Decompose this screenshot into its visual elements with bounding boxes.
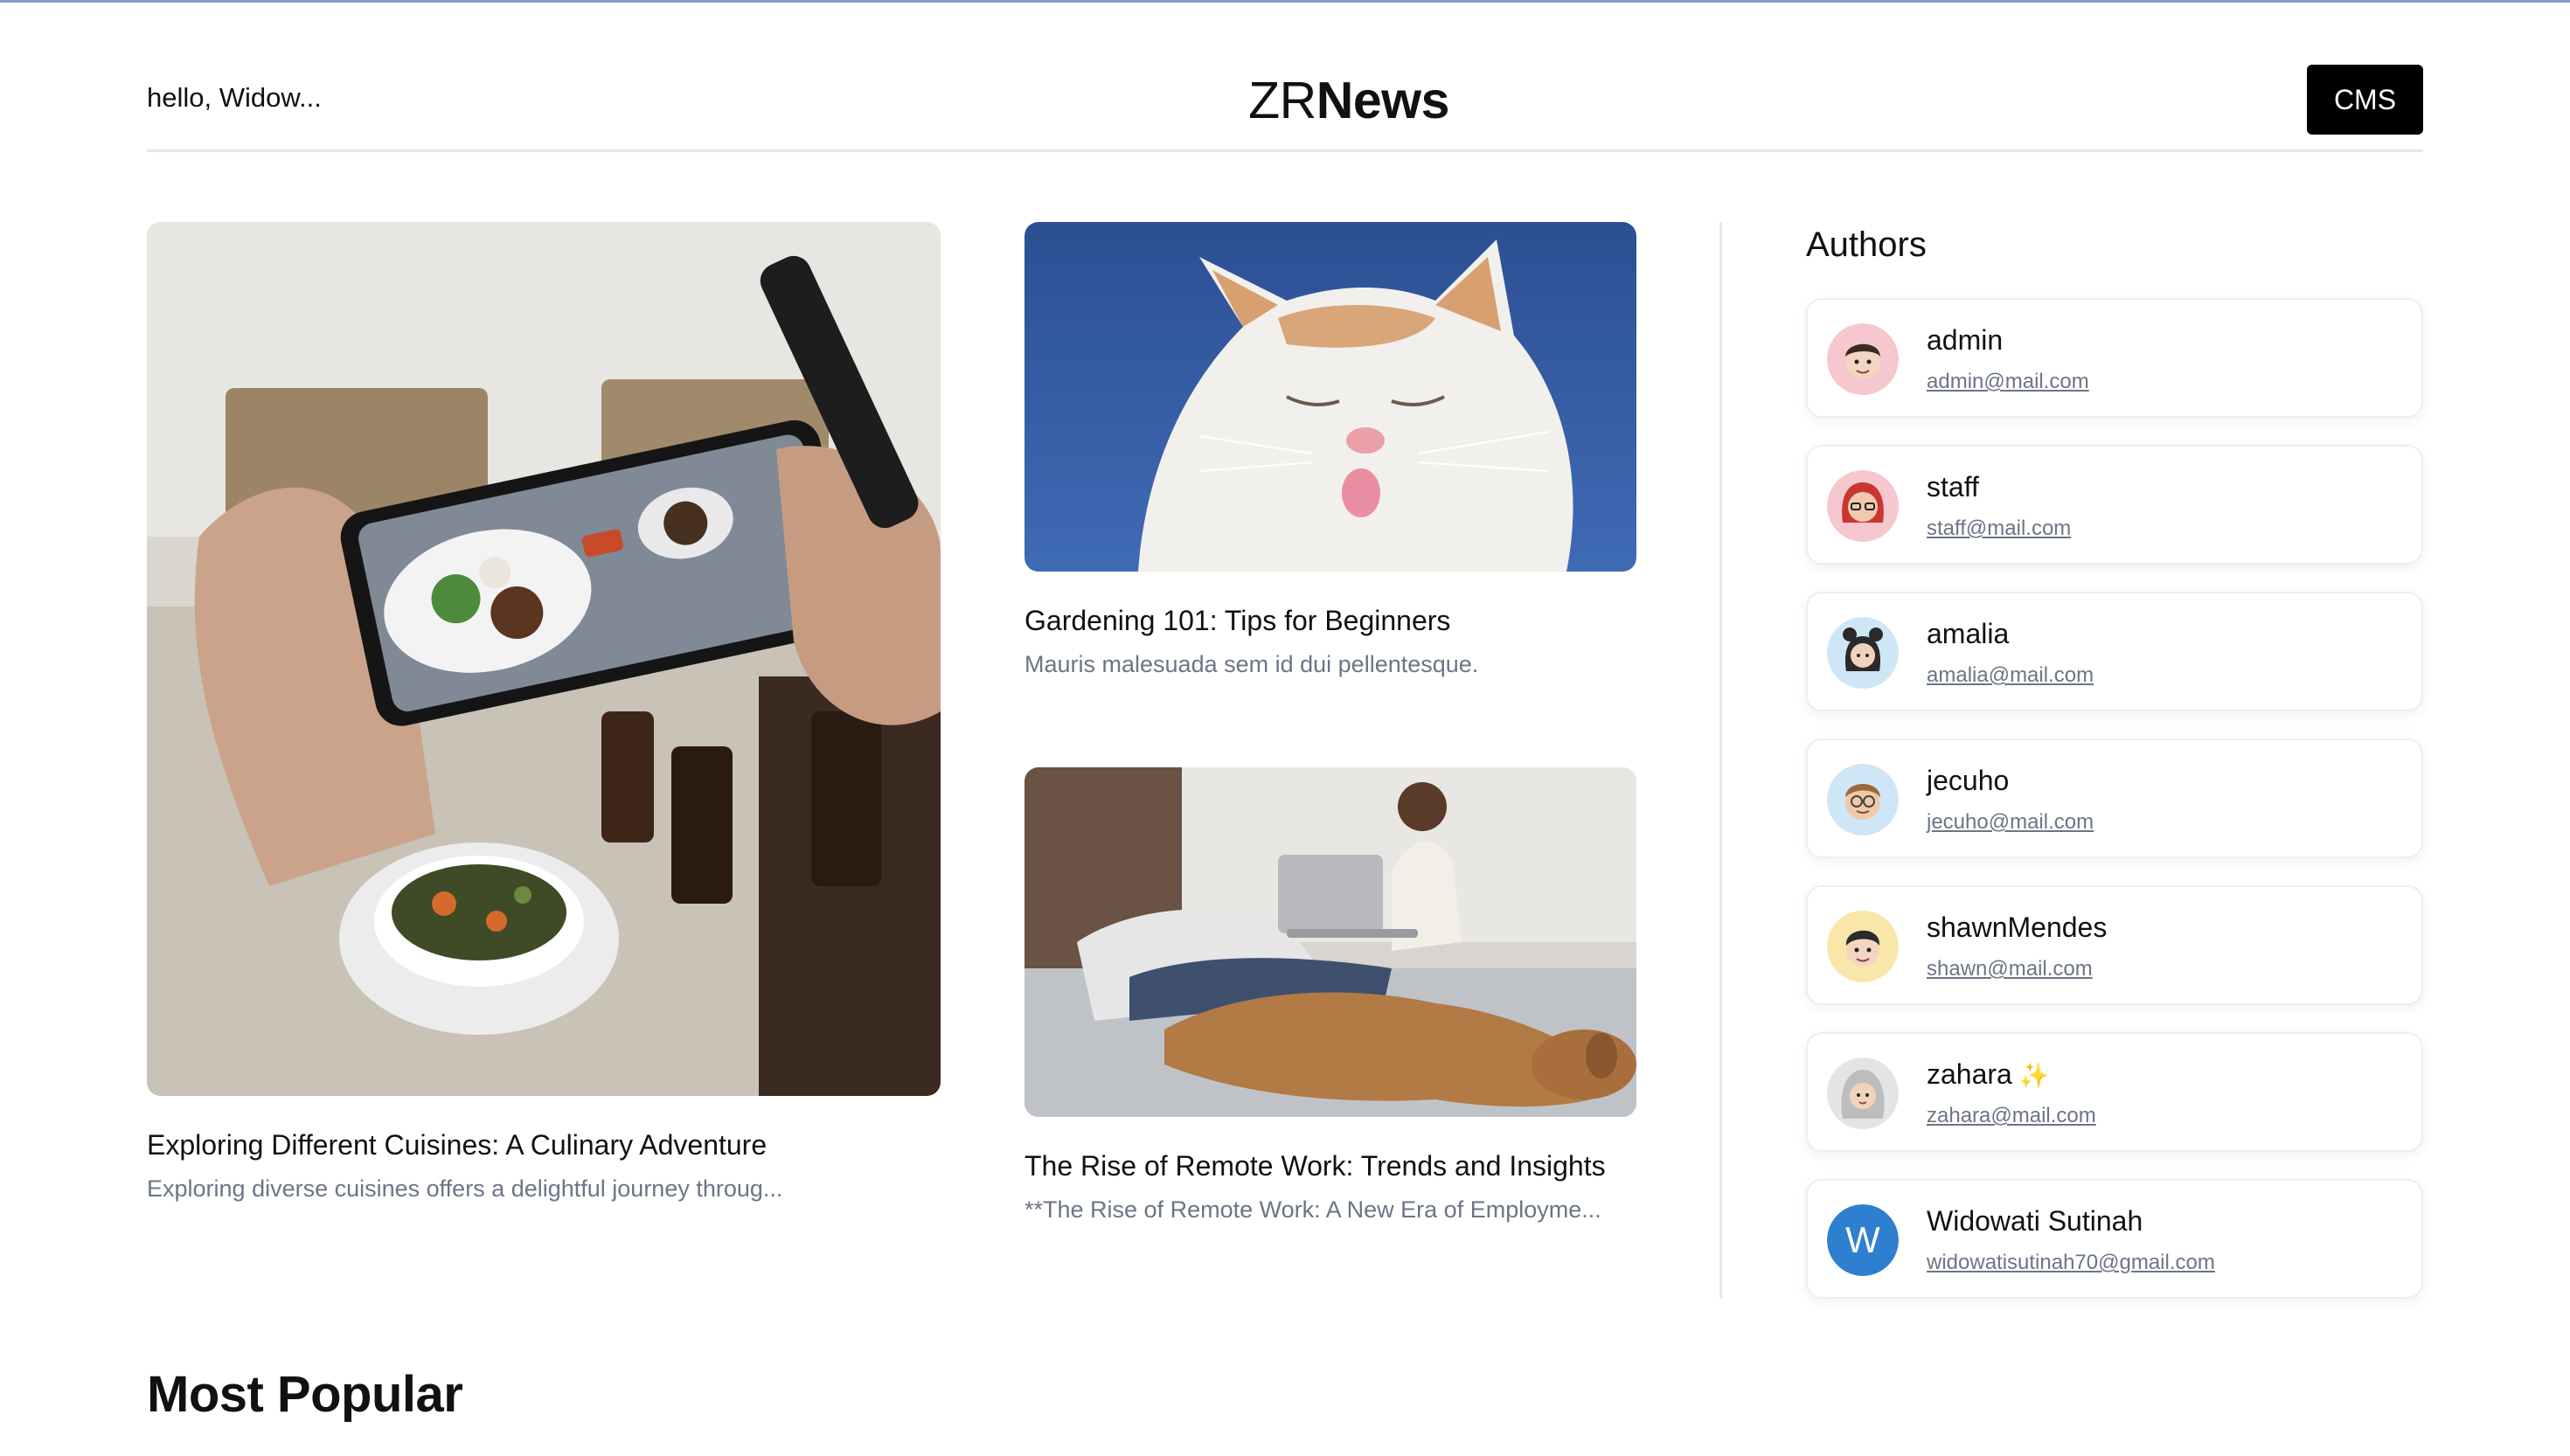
avatar	[1827, 470, 1899, 542]
avatar	[1827, 911, 1899, 982]
logo-suffix: News	[1316, 72, 1450, 129]
avatar	[1827, 764, 1899, 835]
avatar	[1827, 323, 1899, 395]
author-name: shawnMendes	[1927, 912, 2108, 943]
author-card-widowati-sutinah[interactable]: W Widowati Sutinah widowatisutinah70@gma…	[1806, 1179, 2423, 1299]
site-logo[interactable]: ZRNews	[1222, 70, 1476, 131]
article-title[interactable]: Gardening 101: Tips for Beginners	[1025, 603, 1636, 638]
author-name: staff	[1927, 471, 1979, 503]
author-name: amalia	[1927, 618, 2010, 649]
author-email-link[interactable]: shawn@mail.com	[1927, 957, 2093, 981]
avatar	[1827, 617, 1899, 689]
author-email-link[interactable]: staff@mail.com	[1927, 517, 2071, 541]
article-thumbnail-remote-work-photo[interactable]	[1025, 767, 1636, 1117]
article-card[interactable]: Gardening 101: Tips for Beginners Mauris…	[1025, 222, 1636, 680]
author-name: Widowati Sutinah	[1927, 1205, 2143, 1237]
article-title[interactable]: The Rise of Remote Work: Trends and Insi…	[1025, 1148, 1636, 1183]
cms-button[interactable]: CMS	[2307, 65, 2423, 135]
most-popular-heading: Most Popular	[147, 1366, 463, 1423]
article-thumbnail-food-photo[interactable]	[147, 222, 941, 1096]
article-title[interactable]: Exploring Different Cuisines: A Culinary…	[147, 1127, 941, 1162]
article-card[interactable]: The Rise of Remote Work: Trends and Insi…	[1025, 767, 1636, 1225]
user-greeting: hello, Widow...	[147, 82, 322, 113]
site-header: hello, Widow... ZRNews CMS	[147, 52, 2423, 152]
cat-photo-image	[1025, 222, 1636, 572]
author-email-link[interactable]: zahara@mail.com	[1927, 1104, 2096, 1128]
author-email-link[interactable]: widowatisutinah70@gmail.com	[1927, 1251, 2215, 1275]
sparkle-icon: ✨	[2018, 1062, 2050, 1089]
author-card-admin[interactable]: admin admin@mail.com	[1806, 298, 2423, 418]
author-card-zahara[interactable]: zahara ✨ zahara@mail.com	[1806, 1032, 2423, 1152]
author-name: zahara ✨	[1927, 1058, 2050, 1091]
avatar	[1827, 1057, 1899, 1129]
author-card-amalia[interactable]: amalia amalia@mail.com	[1806, 592, 2423, 711]
food-photo-image	[147, 222, 941, 1096]
article-excerpt: **The Rise of Remote Work: A New Era of …	[1025, 1196, 1601, 1223]
author-card-shawnmendes[interactable]: shawnMendes shawn@mail.com	[1806, 885, 2423, 1005]
top-accent-bar	[0, 0, 2570, 3]
author-card-jecuho[interactable]: jecuho jecuho@mail.com	[1806, 738, 2423, 858]
remote-work-photo-image	[1025, 767, 1636, 1117]
author-list: admin admin@mail.com staff staff@mail.co…	[1806, 298, 2423, 1326]
avatar-initial: W	[1827, 1204, 1899, 1276]
author-email-link[interactable]: jecuho@mail.com	[1927, 810, 2094, 835]
content-divider	[1719, 222, 1722, 1299]
author-email-link[interactable]: admin@mail.com	[1927, 370, 2089, 394]
author-email-link[interactable]: amalia@mail.com	[1927, 663, 2094, 688]
author-name: jecuho	[1927, 765, 2010, 796]
featured-article-card[interactable]: Exploring Different Cuisines: A Culinary…	[147, 222, 941, 1204]
author-name-text: zahara	[1927, 1058, 2012, 1090]
article-excerpt: Exploring diverse cuisines offers a deli…	[147, 1175, 783, 1202]
author-name: admin	[1927, 324, 2004, 356]
authors-heading: Authors	[1806, 225, 1927, 264]
article-excerpt: Mauris malesuada sem id dui pellentesque…	[1025, 651, 1479, 677]
article-thumbnail-cat-photo[interactable]	[1025, 222, 1636, 572]
author-card-staff[interactable]: staff staff@mail.com	[1806, 445, 2423, 565]
logo-prefix: ZR	[1248, 72, 1316, 129]
avatar: W	[1827, 1204, 1899, 1276]
